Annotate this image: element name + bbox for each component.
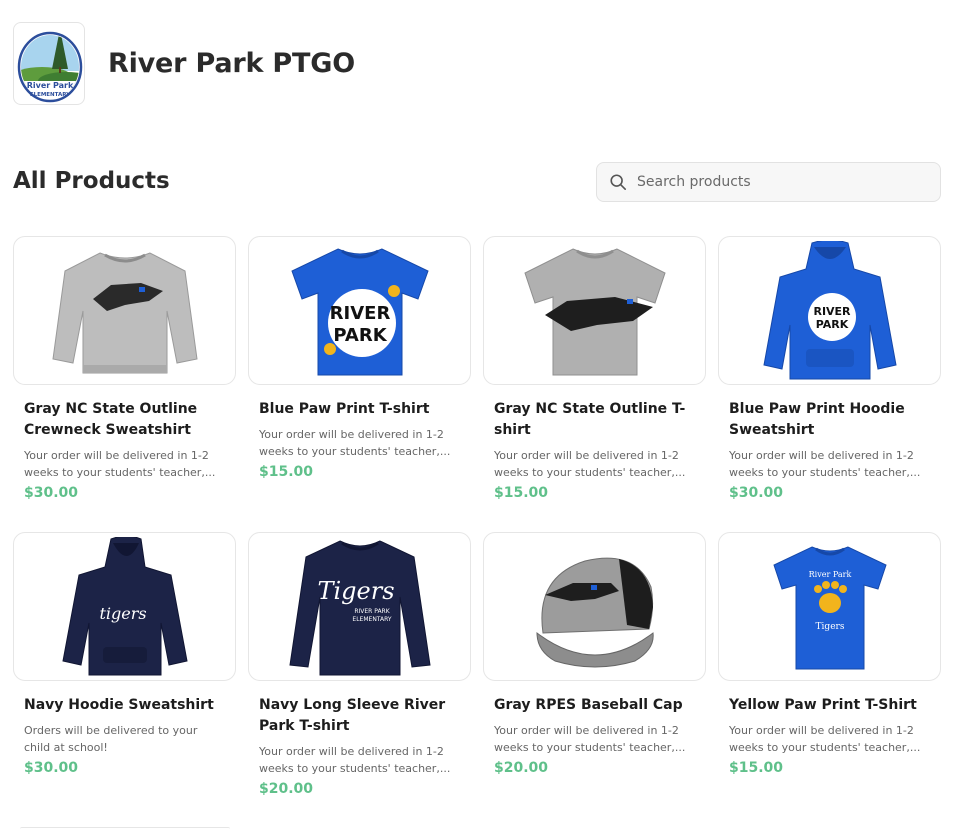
product-name[interactable]: Gray NC State Outline Crewneck Sweatshir… — [24, 399, 225, 441]
svg-text:RIVER: RIVER — [329, 303, 390, 324]
blue-hoodie-icon: RIVER PARK — [762, 240, 897, 379]
product-price: $30.00 — [24, 485, 79, 501]
svg-text:tigers: tigers — [99, 604, 146, 623]
product-card[interactable]: Gray RPES Baseball Cap Your order will b… — [483, 532, 706, 828]
store-name: River Park PTGO — [108, 48, 355, 79]
navy-longsleeve-icon: Tigers RIVER PARK ELEMENTARY — [288, 539, 431, 675]
product-price: $20.00 — [494, 760, 549, 776]
product-image[interactable]: tigers — [13, 532, 236, 681]
product-description: Your order will be delivered in 1-2 week… — [24, 449, 216, 479]
store-header: River Park ELEMENTARY River Park PTGO — [13, 22, 355, 105]
product-card[interactable]: RIVER PARK Blue Paw Print Hoodie Sweatsh… — [718, 236, 941, 532]
svg-text:Tigers: Tigers — [815, 622, 844, 632]
yellow-paw-tshirt-icon: River Park Tigers — [772, 545, 887, 669]
product-image[interactable]: River Park Tigers — [718, 532, 941, 681]
product-price: $20.00 — [259, 781, 314, 797]
product-grid: Gray NC State Outline Crewneck Sweatshir… — [13, 236, 941, 828]
product-image[interactable]: Tigers RIVER PARK ELEMENTARY — [248, 532, 471, 681]
product-image[interactable]: RIVER PARK — [718, 236, 941, 385]
product-price: $30.00 — [24, 760, 79, 776]
svg-text:Tigers: Tigers — [317, 577, 394, 605]
search-icon — [610, 174, 627, 191]
product-card[interactable]: Gray NC State Outline Crewneck Sweatshir… — [13, 236, 236, 532]
product-description: Your order will be delivered in 1-2 week… — [729, 449, 921, 479]
product-card[interactable]: Gray NC State Outline T-shirt Your order… — [483, 236, 706, 532]
product-description: Your order will be delivered in 1-2 week… — [259, 745, 451, 775]
product-card[interactable]: tigers Navy Hoodie Sweatshirt Orders wil… — [13, 532, 236, 828]
search-input[interactable] — [637, 174, 917, 190]
svg-text:River Park: River Park — [808, 570, 851, 579]
svg-text:RIVER PARK: RIVER PARK — [354, 608, 390, 615]
product-image[interactable] — [483, 532, 706, 681]
product-name[interactable]: Gray NC State Outline T-shirt — [494, 399, 695, 441]
product-price: $15.00 — [494, 485, 549, 501]
logo-text-1: River Park — [27, 81, 74, 90]
section-title: All Products — [13, 168, 170, 194]
svg-text:PARK: PARK — [333, 325, 387, 346]
blue-tshirt-icon: RIVER PARK — [290, 247, 429, 375]
product-image[interactable] — [13, 236, 236, 385]
navy-hoodie-icon: tigers — [61, 536, 188, 675]
product-name[interactable]: Yellow Paw Print T-Shirt — [729, 695, 930, 716]
store-logo[interactable]: River Park ELEMENTARY — [13, 22, 85, 105]
gray-tshirt-icon — [523, 247, 666, 375]
product-name[interactable]: Navy Long Sleeve River Park T-shirt — [259, 695, 460, 737]
product-description: Orders will be delivered to your child a… — [24, 724, 198, 754]
next-product-card-edge — [20, 827, 230, 829]
gray-sweatshirt-icon — [51, 251, 198, 373]
product-name[interactable]: Blue Paw Print T-shirt — [259, 399, 460, 420]
svg-text:RIVER: RIVER — [813, 305, 851, 318]
product-name[interactable]: Gray RPES Baseball Cap — [494, 695, 695, 716]
product-description: Your order will be delivered in 1-2 week… — [259, 428, 451, 458]
product-card[interactable]: Tigers RIVER PARK ELEMENTARY Navy Long S… — [248, 532, 471, 828]
search-bar[interactable] — [596, 162, 941, 202]
svg-text:ELEMENTARY: ELEMENTARY — [352, 616, 391, 623]
product-description: Your order will be delivered in 1-2 week… — [494, 724, 686, 754]
product-card[interactable]: River Park Tigers Yellow Paw Print T-Shi… — [718, 532, 941, 828]
logo-image: River Park ELEMENTARY — [17, 31, 83, 103]
product-image[interactable] — [483, 236, 706, 385]
logo-text-2: ELEMENTARY — [30, 92, 71, 98]
product-image[interactable]: RIVER PARK — [248, 236, 471, 385]
product-name[interactable]: Blue Paw Print Hoodie Sweatshirt — [729, 399, 930, 441]
svg-text:PARK: PARK — [815, 318, 848, 331]
product-price: $15.00 — [729, 760, 784, 776]
product-name[interactable]: Navy Hoodie Sweatshirt — [24, 695, 225, 716]
product-description: Your order will be delivered in 1-2 week… — [729, 724, 921, 754]
gray-cap-icon — [535, 557, 654, 667]
product-price: $30.00 — [729, 485, 784, 501]
product-card[interactable]: RIVER PARK Blue Paw Print T-shirt Your o… — [248, 236, 471, 532]
product-price: $15.00 — [259, 464, 314, 480]
product-description: Your order will be delivered in 1-2 week… — [494, 449, 686, 479]
